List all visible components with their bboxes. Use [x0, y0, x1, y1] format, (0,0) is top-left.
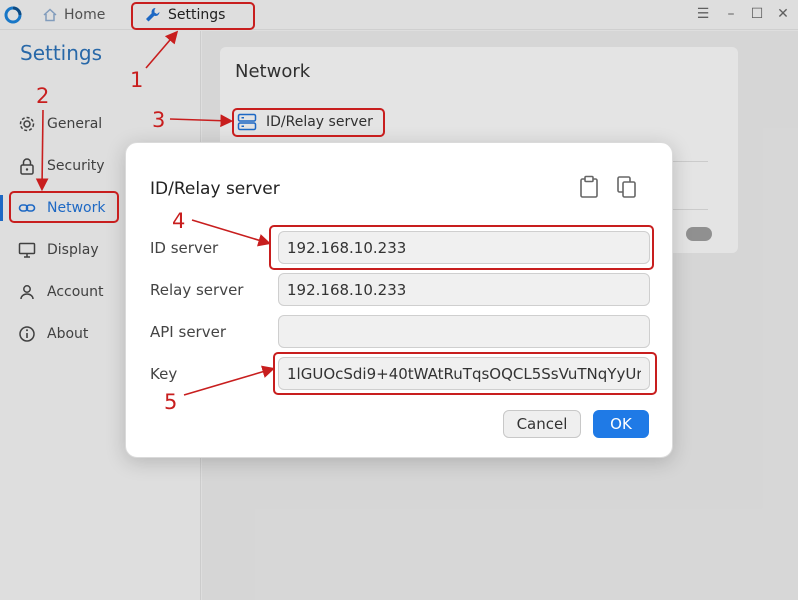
- api-server-label: API server: [150, 323, 226, 341]
- copy-icon[interactable]: [616, 175, 638, 199]
- id-relay-server-dialog: ID/Relay server ID server Relay server A…: [125, 142, 673, 458]
- annotation-box-key: [273, 352, 657, 395]
- key-label: Key: [150, 365, 178, 383]
- relay-server-input[interactable]: [278, 273, 650, 306]
- id-server-label: ID server: [150, 239, 219, 257]
- annotation-box-id-server: [269, 225, 654, 270]
- annotation-number: 5: [164, 390, 178, 414]
- annotation-box-relay-row: [232, 108, 385, 137]
- annotation-box-settings-tab: [131, 2, 255, 30]
- api-server-input[interactable]: [278, 315, 650, 348]
- annotation-number: 3: [152, 108, 166, 132]
- annotation-box-network: [9, 191, 119, 223]
- dialog-title: ID/Relay server: [150, 179, 280, 199]
- annotation-number: 4: [172, 209, 186, 233]
- annotation-number: 1: [130, 68, 144, 92]
- ok-button[interactable]: OK: [593, 410, 649, 438]
- relay-server-label: Relay server: [150, 281, 244, 299]
- cancel-button[interactable]: Cancel: [503, 410, 581, 438]
- paste-icon[interactable]: [578, 175, 600, 199]
- annotation-number: 2: [36, 84, 50, 108]
